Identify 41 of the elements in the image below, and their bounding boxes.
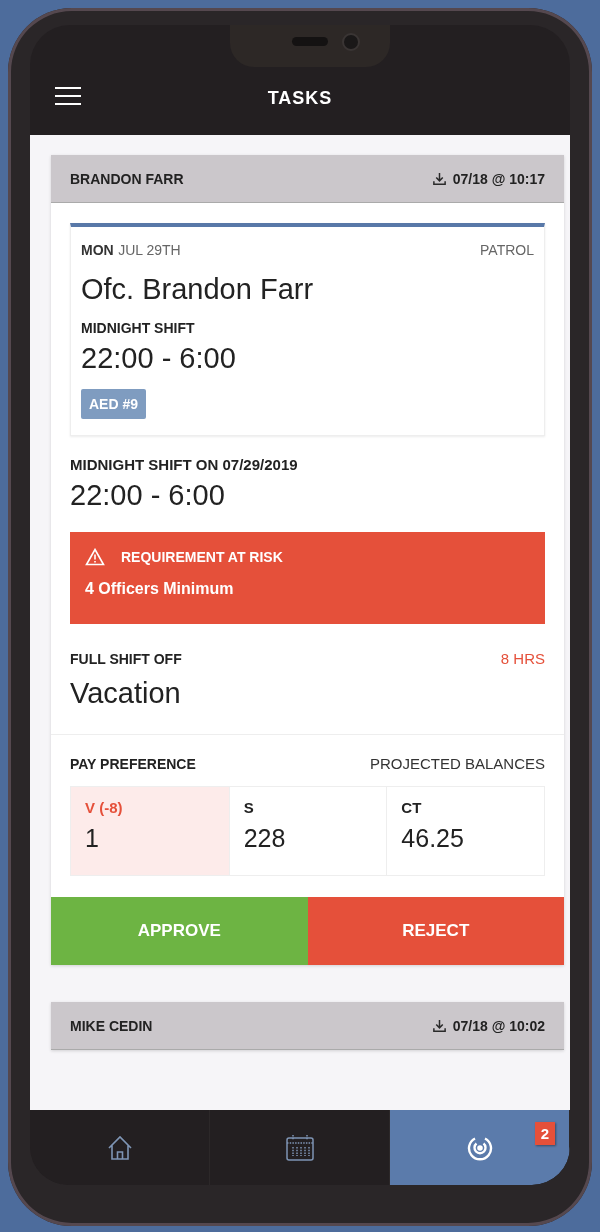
requester-name: MIKE CEDIN (70, 1017, 153, 1034)
request-heading: MIDNIGHT SHIFT ON 07/29/2019 (70, 456, 299, 473)
leave-hours: 8 HRS (500, 650, 545, 667)
leave-label: FULL SHIFT OFF (70, 651, 182, 667)
alert-title: REQUIREMENT AT RISK (121, 549, 283, 565)
leave-type: Vacation (70, 677, 182, 710)
officer-name: Ofc. Brandon Farr (81, 273, 315, 306)
balance-cell[interactable]: CT 46.25 (386, 787, 544, 875)
calendar-icon (284, 1133, 315, 1162)
alert-message: 4 Officers Minimum (85, 580, 235, 598)
day-label: MON (81, 242, 114, 258)
timestamp: 07/18 @ 10:17 (452, 170, 545, 187)
balance-value: 1 (85, 824, 100, 853)
download-icon (431, 171, 447, 186)
warning-icon (85, 548, 105, 566)
balance-cell[interactable]: V (-8) 1 (71, 787, 229, 875)
shift-label: MIDNIGHT SHIFT (81, 320, 196, 336)
shift-hours: 22:00 - 6:00 (81, 342, 237, 375)
download-icon (431, 1018, 447, 1033)
balance-label: V (-8) (85, 799, 124, 816)
balance-value: 228 (243, 824, 287, 853)
notification-badge: 2 (534, 1122, 555, 1145)
balance-label: CT (401, 799, 423, 816)
screen-title: TASKS (267, 87, 333, 109)
reject-button[interactable]: REJECT (307, 897, 564, 965)
menu-icon[interactable] (55, 86, 81, 106)
request-hours: 22:00 - 6:00 (70, 479, 226, 512)
requester-name: BRANDON FARR (70, 170, 184, 187)
assignment-label: PATROL (480, 242, 534, 258)
pay-preference-label: PAY PREFERENCE (70, 756, 196, 772)
card-header[interactable]: MIKE CEDIN 07/18 @ 10:02 (51, 1002, 564, 1050)
balances-label: PROJECTED BALANCES (369, 755, 545, 772)
unit-tag: AED #9 (81, 389, 147, 419)
target-icon (466, 1134, 493, 1161)
timestamp: 07/18 @ 10:02 (452, 1017, 545, 1034)
card-header[interactable]: BRANDON FARR 07/18 @ 10:17 (51, 155, 564, 203)
balance-cell[interactable]: S 228 (228, 787, 387, 875)
balance-label: S (243, 799, 255, 816)
nav-tab[interactable]: 2 (390, 1110, 570, 1185)
balance-value: 46.25 (401, 824, 465, 853)
date-label: JUL 29TH (118, 242, 181, 258)
